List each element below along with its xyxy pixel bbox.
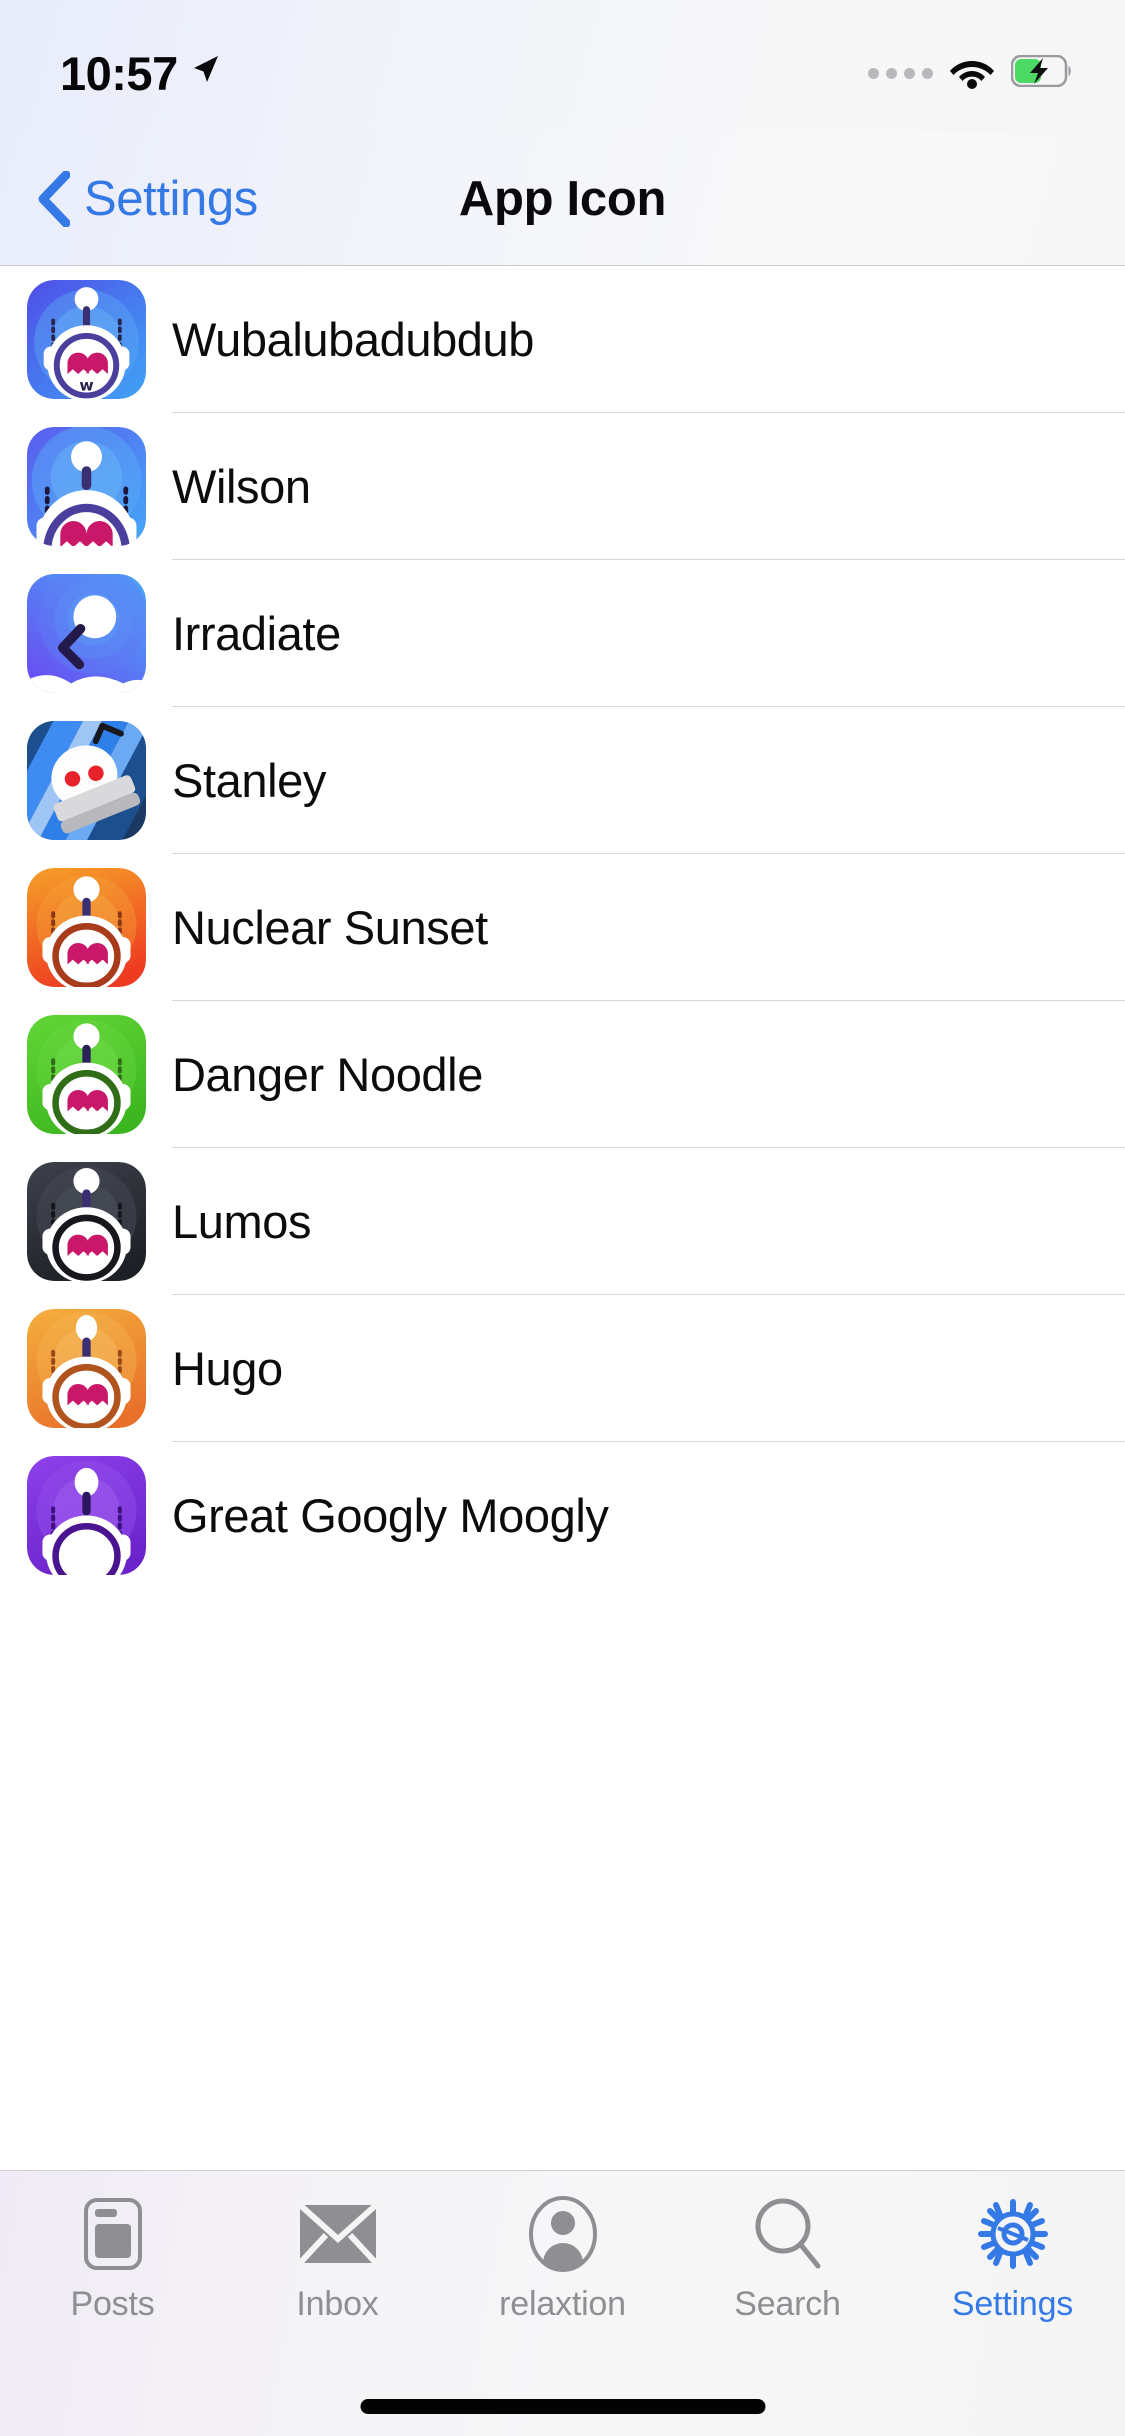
status-bar-left: 10:57: [60, 32, 220, 101]
back-button[interactable]: Settings: [24, 132, 270, 266]
search-magnifier-icon: [752, 2195, 824, 2273]
list-item-label: Stanley: [172, 754, 326, 807]
app-icon-thumb: [0, 1015, 172, 1134]
inbox-envelope-icon: [297, 2195, 378, 2273]
tab-relaxtion[interactable]: relaxtion: [450, 2171, 675, 2361]
app-icon-list[interactable]: w Wubalubadubdub Wilson Irradiate Stanle…: [0, 266, 1125, 2170]
list-item[interactable]: Lumos: [0, 1148, 1125, 1295]
list-item[interactable]: Great Googly Moogly: [0, 1442, 1125, 1589]
app-icon-lumos: [26, 1162, 146, 1281]
list-item-label: Wilson: [172, 460, 311, 513]
tab-settings[interactable]: Settings: [900, 2171, 1125, 2361]
app-icon-hugo: [26, 1309, 146, 1428]
list-item-label: Wubalubadubdub: [172, 313, 535, 366]
back-button-label: Settings: [84, 172, 258, 226]
app-icon-wubalubadubdub: w: [26, 280, 146, 399]
status-bar-right: [868, 39, 1073, 94]
list-item-label: Irradiate: [172, 607, 341, 660]
tab-label: Inbox: [296, 2285, 379, 2323]
chevron-left-icon: [36, 170, 71, 228]
profile-avatar-icon: [528, 2195, 598, 2273]
signal-dots-icon: [868, 67, 933, 79]
app-icon-danger-noodle: [26, 1015, 146, 1134]
tab-label: relaxtion: [499, 2285, 626, 2323]
app-icon-thumb: [0, 721, 172, 840]
app-icon-thumb: [0, 1309, 172, 1428]
navigation-bar: App Icon Settings: [0, 132, 1125, 266]
tab-posts[interactable]: Posts: [0, 2171, 225, 2361]
app-icon-thumb: w: [0, 280, 172, 399]
tab-search[interactable]: Search: [675, 2171, 900, 2361]
app-icon-irradiate: [26, 574, 146, 693]
app-icon-thumb: [0, 427, 172, 546]
app-icon-great-googly-moogly: [26, 1456, 146, 1575]
list-item[interactable]: Stanley: [0, 707, 1125, 854]
svg-text:w: w: [79, 377, 93, 395]
list-item-label: Lumos: [172, 1195, 312, 1248]
app-icon-nuclear-sunset: [26, 868, 146, 987]
app-icon-stanley: [26, 721, 146, 840]
app-icon-wilson: [26, 427, 146, 546]
posts-icon: [82, 2195, 144, 2273]
tab-label: Posts: [70, 2285, 155, 2323]
tab-bar: Posts Inbox relaxtion Search Settings: [0, 2170, 1125, 2436]
status-bar: 10:57: [0, 0, 1125, 132]
app-icon-thumb: [0, 1162, 172, 1281]
tab-label: Settings: [951, 2285, 1074, 2323]
phone-screen: 10:57 App Icon Settings w Wubalubadubdub…: [0, 0, 1125, 2436]
list-item[interactable]: Wilson: [0, 413, 1125, 560]
list-item-label: Danger Noodle: [172, 1048, 483, 1101]
list-item[interactable]: Nuclear Sunset: [0, 854, 1125, 1001]
tab-inbox[interactable]: Inbox: [225, 2171, 450, 2361]
location-arrow-icon: [190, 54, 220, 93]
list-item-label: Great Googly Moogly: [172, 1489, 609, 1542]
app-icon-thumb: [0, 574, 172, 693]
tab-label: Search: [734, 2285, 841, 2323]
status-time: 10:57: [60, 46, 178, 100]
battery-charging-icon: [1010, 54, 1073, 92]
list-item-label: Hugo: [172, 1342, 283, 1395]
list-item[interactable]: Hugo: [0, 1295, 1125, 1442]
app-icon-thumb: [0, 1456, 172, 1575]
list-item-label: Nuclear Sunset: [172, 901, 488, 954]
list-item[interactable]: w Wubalubadubdub: [0, 266, 1125, 413]
list-item[interactable]: Irradiate: [0, 560, 1125, 707]
gear-icon: [975, 2195, 1051, 2273]
tab-bar-items: Posts Inbox relaxtion Search Settings: [0, 2171, 1125, 2361]
list-item[interactable]: Danger Noodle: [0, 1001, 1125, 1148]
home-indicator[interactable]: [360, 2399, 765, 2414]
wifi-icon: [949, 53, 995, 94]
app-icon-thumb: [0, 868, 172, 987]
